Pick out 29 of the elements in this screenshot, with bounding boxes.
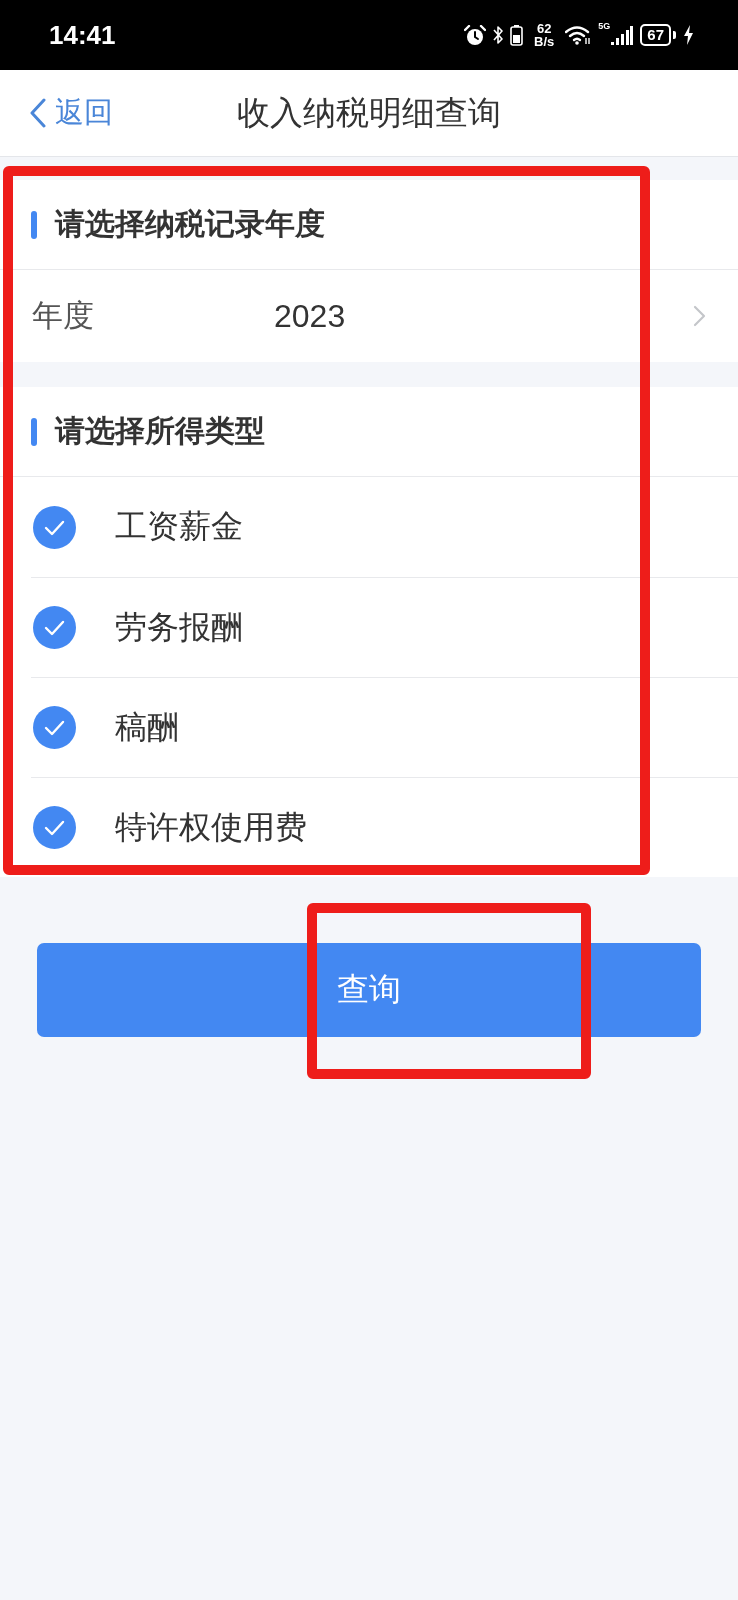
page-title: 收入纳税明细查询 [237,91,501,134]
signal-bars-icon [611,25,634,45]
income-type-option[interactable]: 工资薪金 [31,477,738,577]
back-chevron-icon [29,98,46,128]
section-title: 请选择纳税记录年度 [55,205,325,243]
status-time: 14:41 [49,19,116,51]
checkbox[interactable] [33,806,76,849]
accent-bar-icon [31,417,37,446]
income-type-option[interactable]: 特许权使用费 [31,777,738,877]
net-speed-unit: B/s [534,35,555,48]
back-button[interactable]: 返回 [29,93,113,133]
section-title: 请选择所得类型 [55,412,265,450]
battery-indicator: 67 [640,24,676,46]
bluetooth-icon [493,25,504,45]
income-type-option[interactable]: 稿酬 [31,677,738,777]
checkbox[interactable] [33,505,76,549]
income-type-option[interactable]: 劳务报酬 [31,577,738,677]
accent-bar-icon [31,210,37,239]
checkbox[interactable] [33,706,76,749]
year-picker-row[interactable]: 年度 2023 [0,270,738,362]
year-value: 2023 [274,297,346,335]
device-battery-icon [510,24,524,46]
network-type-label: 5G [598,22,611,31]
alarm-clock-icon [464,24,487,46]
wifi-icon [565,25,592,45]
checkbox[interactable] [33,606,76,649]
net-speed-value: 62 [536,22,552,35]
chevron-right-icon [692,305,706,327]
field-label: 年度 [32,296,95,335]
